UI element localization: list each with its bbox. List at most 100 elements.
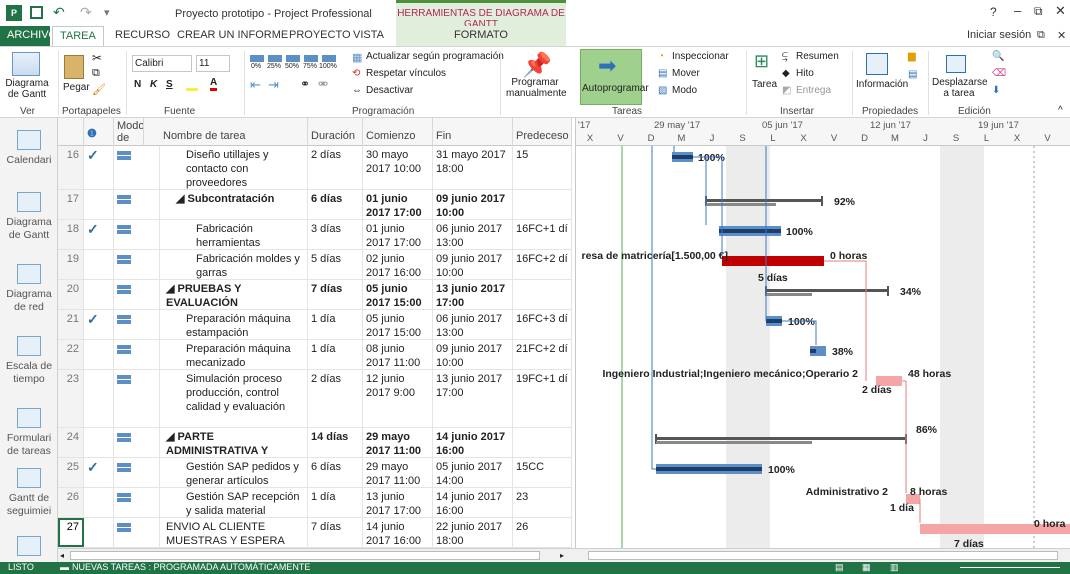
duration-cell[interactable]: 3 días: [308, 220, 363, 249]
manual-schedule-button[interactable]: Programar manualmente: [506, 77, 567, 99]
task-name-cell[interactable]: ◢ PRUEBAS Y EVALUACIÓN: [160, 280, 308, 309]
duration-cell[interactable]: 2 días: [308, 370, 363, 427]
scroll-to-task-button[interactable]: Desplazarse a tarea: [932, 77, 988, 99]
pct-25-button[interactable]: [268, 55, 282, 62]
mode-cell[interactable]: [114, 250, 160, 279]
duration-cell[interactable]: 5 días: [308, 250, 363, 279]
undo-icon[interactable]: ↶: [53, 4, 65, 21]
row-id[interactable]: 20: [58, 280, 84, 309]
row-id[interactable]: 23: [58, 370, 84, 427]
progress-bar[interactable]: [656, 467, 762, 471]
finish-cell[interactable]: 09 junio 2017 10:00: [433, 340, 513, 369]
view-tracking-gantt[interactable]: Gantt de seguimiei: [0, 468, 58, 518]
baseline-bar[interactable]: [656, 441, 812, 444]
gantt-view-icon[interactable]: [12, 52, 40, 76]
predecessors-cell[interactable]: [513, 280, 572, 309]
view-task-form[interactable]: Formulari de tareas: [0, 408, 58, 458]
task-name-cell[interactable]: Fabricación moldes y garras: [160, 250, 308, 279]
pct-100-button[interactable]: [322, 55, 336, 62]
mode-cell[interactable]: [114, 190, 160, 219]
table-row[interactable]: 17 ◢ Subcontratación 6 días 01 junio 2017 1…: [58, 190, 572, 220]
row-id[interactable]: 26: [58, 488, 84, 517]
inspect-icon[interactable]: ◔: [658, 51, 664, 62]
start-cell[interactable]: 13 junio 2017 17:00: [363, 488, 433, 517]
duration-column-header[interactable]: Duración: [308, 118, 363, 146]
task-name-cell[interactable]: ENVIO AL CLIENTE MUESTRAS Y ESPERA: [160, 518, 308, 547]
finish-cell[interactable]: 06 junio 2017 13:00: [433, 220, 513, 249]
table-row[interactable]: 16 ✓ Diseño utillajes y contacto con prove…: [58, 146, 572, 190]
task-name-cell[interactable]: ◢ PARTE ADMINISTRATIVA Y CIERRE PROTOTIP…: [160, 428, 308, 457]
predecessors-cell[interactable]: 15: [513, 146, 572, 189]
minimize-icon[interactable]: –: [1014, 3, 1021, 18]
row-id[interactable]: 16: [58, 146, 84, 189]
summary-icon[interactable]: ⥹: [782, 51, 788, 62]
predecessors-cell[interactable]: 26: [513, 518, 572, 547]
mode-cell[interactable]: [114, 340, 160, 369]
font-family-select[interactable]: Calibri: [132, 55, 192, 72]
progress-bar[interactable]: [766, 319, 782, 323]
table-row[interactable]: 21 ✓ Preparación máquina estampación 1 día 0…: [58, 310, 572, 340]
finish-cell[interactable]: 14 junio 2017 16:00: [433, 428, 513, 457]
underline-button[interactable]: S: [166, 79, 173, 90]
duration-cell[interactable]: 2 días: [308, 146, 363, 189]
name-column-header[interactable]: Nombre de tarea: [160, 118, 308, 146]
table-row[interactable]: 27 ENVIO AL CLIENTE MUESTRAS Y ESPERA 7 dí…: [58, 518, 572, 548]
select-all-corner[interactable]: [58, 118, 84, 146]
mode-icon[interactable]: ▧: [658, 85, 667, 96]
task-name-cell[interactable]: Gestión SAP recepción y salida material: [160, 488, 308, 517]
start-cell[interactable]: 01 junio 2017 17:00: [363, 190, 433, 219]
finish-column-header[interactable]: Fin: [433, 118, 513, 146]
highlight-color-icon[interactable]: [186, 79, 198, 91]
summary-bar-17[interactable]: [706, 199, 822, 202]
table-row[interactable]: 24 ◢ PARTE ADMINISTRATIVA Y CIERRE PROTOT…: [58, 428, 572, 458]
summary-bar-24[interactable]: [656, 437, 906, 440]
duration-cell[interactable]: 6 días: [308, 458, 363, 487]
pin-icon[interactable]: 📌: [522, 51, 552, 80]
gantt-view-button[interactable]: Diagrama de Gantt: [4, 78, 50, 100]
mode-cell[interactable]: [114, 370, 160, 427]
task-name-cell[interactable]: Fabricación herramientas: [160, 220, 308, 249]
finish-cell[interactable]: 09 junio 2017 10:00: [433, 250, 513, 279]
table-row[interactable]: 19 Fabricación moldes y garras 5 días 02 ju…: [58, 250, 572, 280]
row-id[interactable]: 24: [58, 428, 84, 457]
tab-recurso[interactable]: RECURSO: [108, 26, 177, 46]
mode-cell[interactable]: [114, 146, 160, 189]
pct-75-button[interactable]: [304, 55, 318, 62]
mode-cell[interactable]: [114, 428, 160, 457]
mode-cell[interactable]: [114, 488, 160, 517]
tab-tarea[interactable]: TAREA: [52, 26, 104, 46]
duration-cell[interactable]: 14 días: [308, 428, 363, 457]
duration-cell[interactable]: 7 días: [308, 518, 363, 547]
finish-cell[interactable]: 13 junio 2017 17:00: [433, 370, 513, 427]
paste-button[interactable]: Pegar: [63, 82, 90, 93]
status-new-tasks[interactable]: NUEVAS TAREAS : PROGRAMADA AUTOMÁTICAMEN…: [72, 562, 310, 572]
predecessors-cell[interactable]: 19FC+1 dí: [513, 370, 572, 427]
update-schedule-button[interactable]: Actualizar según programación: [366, 51, 504, 62]
task-name-cell[interactable]: ◢ Subcontratación: [160, 190, 308, 219]
redo-icon[interactable]: ↷: [80, 4, 92, 21]
ribbon-close-icon[interactable]: ✕: [1050, 26, 1070, 46]
table-row[interactable]: 26 Gestión SAP recepción y salida materia…: [58, 488, 572, 518]
start-cell[interactable]: 30 mayo 2017 10:00: [363, 146, 433, 189]
deactivate-icon[interactable]: ⇔: [352, 85, 362, 96]
row-id[interactable]: 22: [58, 340, 84, 369]
predecessors-cell[interactable]: 16FC+3 dí: [513, 310, 572, 339]
tab-crear-informe[interactable]: CREAR UN INFORME: [170, 26, 295, 46]
information-button[interactable]: Información: [856, 79, 908, 90]
critical-task-bar-19[interactable]: [722, 256, 824, 266]
table-row[interactable]: 18 ✓ Fabricación herramientas 3 días 01 juni…: [58, 220, 572, 250]
predecessors-cell[interactable]: [513, 190, 572, 219]
inspect-button[interactable]: Inspeccionar: [672, 51, 729, 62]
predecessors-cell[interactable]: 15CC: [513, 458, 572, 487]
task-name-cell[interactable]: Gestión SAP pedidos y generar artículos: [160, 458, 308, 487]
scroll-right-icon[interactable]: ▸: [560, 551, 564, 560]
start-cell[interactable]: 05 junio 2017 15:00: [363, 280, 433, 309]
row-id[interactable]: 17: [58, 190, 84, 219]
progress-bar[interactable]: [719, 229, 781, 233]
milestone-icon[interactable]: ◆: [782, 68, 790, 79]
fill-icon[interactable]: ⬇: [992, 85, 1000, 96]
predecessors-cell[interactable]: [513, 428, 572, 457]
find-icon[interactable]: 🔍: [992, 51, 1004, 62]
zoom-slider[interactable]: [960, 567, 1060, 568]
copy-icon[interactable]: ⧉: [92, 67, 100, 80]
